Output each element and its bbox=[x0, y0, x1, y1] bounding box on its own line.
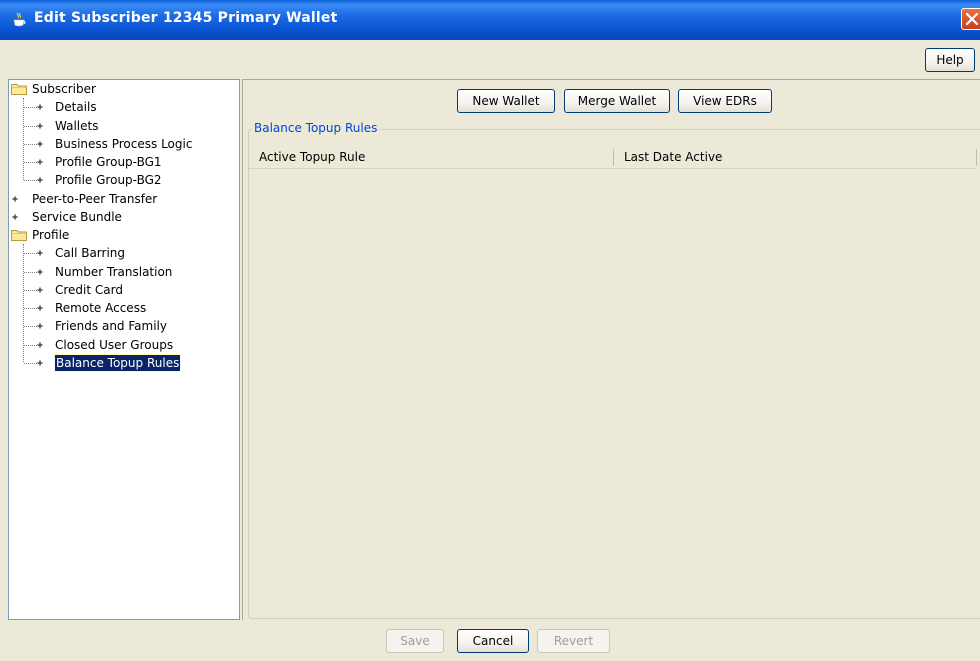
tree-item-label: Wallets bbox=[55, 118, 99, 133]
toolbar: Help bbox=[0, 40, 980, 78]
navigation-tree[interactable]: Subscriber Details Wallets Business Process… bbox=[8, 79, 240, 620]
tree-item-label: Details bbox=[55, 100, 97, 115]
tree-item[interactable]: Number Translation bbox=[9, 263, 239, 281]
new-wallet-button[interactable]: New Wallet bbox=[457, 89, 555, 113]
tree-item-label: Credit Card bbox=[55, 282, 123, 297]
save-button[interactable]: Save bbox=[386, 629, 444, 653]
tree-item-label: Business Process Logic bbox=[55, 136, 193, 151]
tree-item-label: Closed User Groups bbox=[55, 337, 174, 352]
view-edrs-button[interactable]: View EDRs bbox=[678, 89, 772, 113]
bullet-icon bbox=[36, 268, 44, 275]
tree-item-label: Subscriber bbox=[32, 82, 96, 96]
close-icon bbox=[965, 12, 979, 26]
bullet-icon bbox=[36, 249, 44, 257]
column-divider[interactable] bbox=[976, 149, 977, 166]
tree-item[interactable]: Credit Card bbox=[9, 281, 239, 299]
window-title: Edit Subscriber 12345 Primary Wallet bbox=[34, 10, 338, 26]
tree-item[interactable]: Closed User Groups bbox=[9, 336, 239, 354]
tree-item-label: Profile Group-BG2 bbox=[55, 173, 162, 188]
bullet-icon bbox=[36, 103, 44, 111]
tree-item[interactable]: Subscriber bbox=[9, 80, 239, 98]
tree-item[interactable]: Profile Group-BG2 bbox=[9, 171, 239, 189]
tree-item-label: Peer-to-Peer Transfer bbox=[32, 191, 158, 206]
tree-item[interactable]: Peer-to-Peer Transfer bbox=[9, 190, 239, 208]
bullet-icon bbox=[36, 140, 44, 148]
tree-item-label: Call Barring bbox=[55, 246, 126, 261]
folder-icon bbox=[11, 230, 27, 241]
tree-item-label: Friends and Family bbox=[55, 319, 167, 334]
bullet-icon bbox=[36, 286, 44, 294]
merge-wallet-button[interactable]: Merge Wallet bbox=[564, 89, 670, 113]
tree-item[interactable]: Friends and Family bbox=[9, 317, 239, 335]
tree-item[interactable]: Balance Topup Rules bbox=[9, 353, 239, 372]
bullet-icon bbox=[11, 213, 19, 221]
bullet-icon bbox=[36, 304, 44, 312]
revert-button[interactable]: Revert bbox=[537, 629, 610, 653]
tree-item[interactable]: Business Process Logic bbox=[9, 135, 239, 153]
title-bar[interactable]: Edit Subscriber 12345 Primary Wallet bbox=[0, 0, 980, 40]
column-header-last-date-active[interactable]: Last Date Active bbox=[614, 146, 977, 168]
tree-item[interactable]: Call Barring bbox=[9, 244, 239, 262]
column-header-active-topup-rule[interactable]: Active Topup Rule bbox=[249, 146, 613, 168]
group-title: Balance Topup Rules bbox=[252, 120, 380, 136]
tree-item[interactable]: Remote Access bbox=[9, 299, 239, 317]
bullet-icon bbox=[11, 195, 19, 202]
tree-item[interactable]: Details bbox=[9, 98, 239, 116]
tree-item-label: Profile Group-BG1 bbox=[55, 155, 162, 169]
topup-rules-table-header: Active Topup Rule Last Date Active bbox=[249, 146, 977, 169]
bullet-icon bbox=[36, 359, 44, 367]
cancel-button[interactable]: Cancel bbox=[457, 629, 529, 653]
tree-item-label: Remote Access bbox=[55, 301, 147, 315]
tree-item[interactable]: Wallets bbox=[9, 117, 239, 135]
content-panel: New Wallet Merge Wallet View EDRs Balanc… bbox=[242, 79, 980, 620]
tree-item[interactable]: Profile Group-BG1 bbox=[9, 153, 239, 171]
java-cup-icon bbox=[13, 12, 26, 27]
tree-item-label: Service Bundle bbox=[32, 209, 122, 224]
bullet-icon bbox=[36, 122, 44, 129]
tree-item[interactable]: Service Bundle bbox=[9, 208, 239, 226]
topup-rules-table-body[interactable] bbox=[249, 169, 977, 615]
tree-item-label: Balance Topup Rules bbox=[53, 353, 182, 372]
bullet-icon bbox=[36, 176, 44, 184]
tree-item-label: Profile bbox=[32, 228, 70, 242]
dialog-buttons: Save Cancel Revert bbox=[0, 620, 980, 661]
bullet-icon bbox=[36, 158, 44, 166]
close-button[interactable] bbox=[961, 8, 980, 30]
help-button[interactable]: Help bbox=[925, 48, 975, 72]
tree-item-label: Number Translation bbox=[55, 264, 173, 279]
tree-item[interactable]: Profile bbox=[9, 226, 239, 244]
bullet-icon bbox=[36, 341, 44, 348]
bullet-icon bbox=[36, 322, 44, 330]
edit-subscriber-window: Edit Subscriber 12345 Primary Wallet Hel… bbox=[0, 0, 980, 661]
folder-icon bbox=[11, 84, 27, 95]
